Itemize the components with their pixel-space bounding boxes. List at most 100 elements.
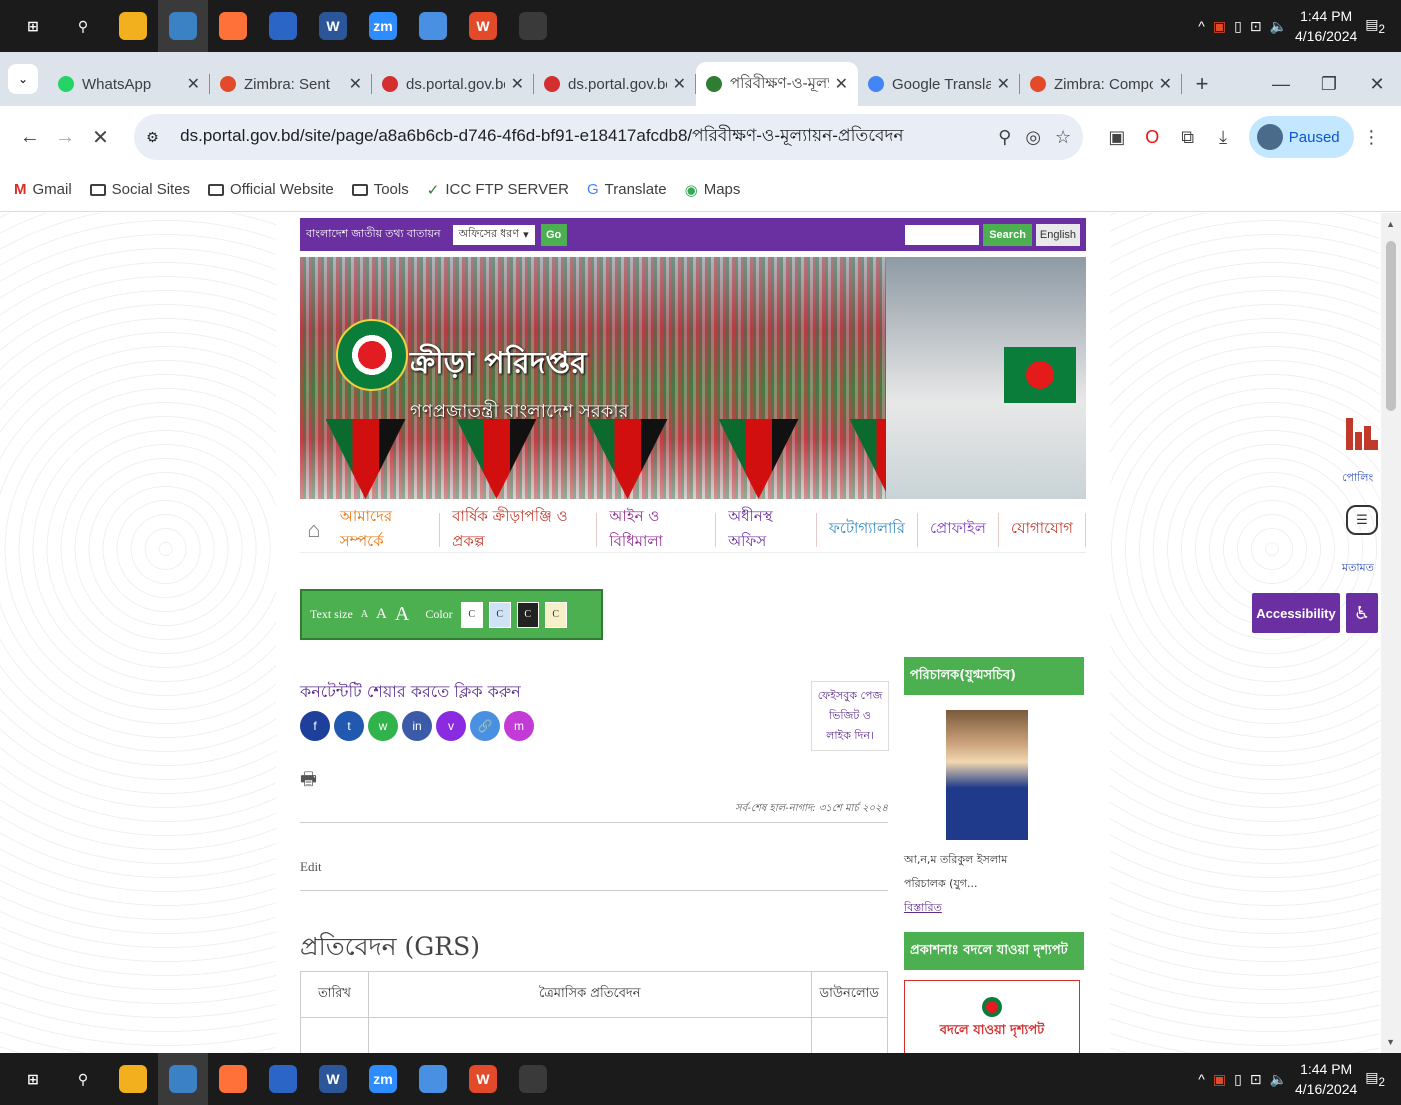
menu-icon[interactable]: ⋮ (1354, 127, 1389, 148)
nav-item[interactable]: আইন ও বিধিমালা (597, 507, 717, 550)
clock[interactable]: 1:44 PM 4/16/2024 (1295, 6, 1357, 46)
taskbar-file-explorer-icon[interactable] (108, 1053, 158, 1105)
browser-tab[interactable]: Zimbra: Compose ✕ (1020, 62, 1182, 106)
nav-item[interactable]: যোগাযোগ (999, 512, 1086, 547)
pdf-icon[interactable]: ▣ (1213, 18, 1226, 35)
scroll-thumb[interactable] (1386, 241, 1396, 411)
color-swatch[interactable]: C (516, 601, 539, 628)
pdf-icon[interactable]: ▣ (1213, 1071, 1226, 1088)
director-photo[interactable] (946, 710, 1028, 840)
bookmark-folder[interactable]: Social Sites (89, 181, 190, 198)
publication-box[interactable]: বদলে যাওয়া দৃশ্যপট (904, 980, 1080, 1053)
browser-tab[interactable]: ds.portal.gov.bd ✕ (534, 62, 696, 106)
color-swatch[interactable]: C (460, 601, 483, 628)
taskbar-chrome-icon[interactable] (158, 0, 208, 52)
facebook-share-icon[interactable]: f (300, 711, 330, 741)
feedback-icon[interactable]: ☰ (1346, 505, 1378, 535)
linkedin-share-icon[interactable]: in (402, 711, 432, 741)
bookmark-maps[interactable]: ◉ Maps (685, 181, 741, 199)
taskbar-word-icon[interactable]: W (308, 1053, 358, 1105)
scroll-up-icon[interactable]: ▲ (1386, 219, 1395, 229)
tab-close-icon[interactable]: ✕ (835, 74, 848, 94)
link-share-icon[interactable]: 🔗 (470, 711, 500, 741)
bookmark-link[interactable]: ✓ ICC FTP SERVER (427, 181, 569, 199)
back-button[interactable]: ← (12, 126, 47, 149)
taskbar-search-icon[interactable]: ⚲ (58, 1053, 108, 1105)
scrollbar[interactable]: ▲ ▼ (1381, 213, 1401, 1053)
text-size-small[interactable]: A (361, 609, 368, 620)
bookmark-folder[interactable]: Official Website (208, 181, 334, 198)
color-swatch[interactable]: C (544, 601, 567, 628)
network-icon[interactable]: ⊡ (1250, 1071, 1262, 1088)
taskbar-app-icon[interactable] (508, 1053, 558, 1105)
nav-item[interactable]: ফটোগ্যালারি (817, 512, 918, 547)
taskbar-chrome-icon[interactable] (158, 1053, 208, 1105)
sidepanel-icon[interactable]: ▣ (1099, 127, 1134, 148)
taskbar-mail-icon[interactable] (258, 1053, 308, 1105)
address-bar[interactable]: ⚙ ds.portal.gov.bd/site/page/a8a6b6cb-d7… (134, 114, 1084, 160)
taskbar-mail-icon[interactable] (258, 0, 308, 52)
zoom-icon[interactable]: ⚲ (998, 127, 1011, 148)
eye-off-icon[interactable]: ◎ (1025, 127, 1041, 148)
nav-item[interactable]: অধীনস্থ অফিস (716, 507, 817, 550)
notification-icon[interactable]: ▤2 (1365, 1069, 1385, 1089)
clock[interactable]: 1:44 PM 4/16/2024 (1295, 1059, 1357, 1099)
portal-label[interactable]: বাংলাদেশ জাতীয় তথ্য বাতায়ন (306, 225, 441, 244)
nav-item[interactable]: বার্ষিক ক্রীড়াপঞ্জি ও প্রকল্প (440, 507, 598, 550)
chevron-up-icon[interactable]: ^ (1198, 1071, 1205, 1087)
nav-item[interactable]: প্রোফাইল (918, 512, 999, 547)
color-swatch[interactable]: C (488, 601, 511, 628)
taskbar-phone-icon[interactable] (408, 1053, 458, 1105)
tab-close-icon[interactable]: ✕ (673, 74, 686, 94)
tab-close-icon[interactable]: ✕ (997, 74, 1010, 94)
accessibility-button[interactable]: Accessibility (1252, 593, 1340, 633)
feedback-label[interactable]: মতামত (1342, 559, 1374, 578)
whatsapp-share-icon[interactable]: w (368, 711, 398, 741)
browser-tab[interactable]: WhatsApp ✕ (48, 62, 210, 106)
site-title[interactable]: ক্রীড়া পরিদপ্তর (410, 339, 587, 390)
facebook-like-box[interactable]: ফেইসবুক পেজ ভিজিট ও লাইক দিন। (811, 681, 889, 751)
twitter-share-icon[interactable]: t (334, 711, 364, 741)
viber-share-icon[interactable]: v (436, 711, 466, 741)
extensions-icon[interactable]: ⧉ (1170, 127, 1205, 148)
site-info-icon[interactable]: ⚙ (146, 129, 172, 146)
tab-close-icon[interactable]: ✕ (349, 74, 362, 94)
stop-button[interactable]: ✕ (83, 125, 118, 150)
poll-icon[interactable] (1346, 418, 1378, 450)
bookmark-translate[interactable]: G Translate (587, 181, 667, 198)
taskbar-search-icon[interactable]: ⚲ (58, 0, 108, 52)
download-icon[interactable]: ⤓ (1205, 127, 1240, 148)
notification-icon[interactable]: ▤2 (1365, 16, 1385, 36)
taskbar-firefox-icon[interactable] (208, 0, 258, 52)
taskbar-wps-icon[interactable]: W (458, 1053, 508, 1105)
text-size-large[interactable]: A (395, 603, 409, 626)
taskbar-file-explorer-icon[interactable] (108, 0, 158, 52)
taskbar-zoom-icon[interactable]: zm (358, 0, 408, 52)
search-input[interactable] (905, 224, 980, 245)
new-tab-button[interactable]: + (1182, 62, 1222, 106)
english-button[interactable]: English (1035, 223, 1080, 246)
print-icon[interactable]: 🖶 (300, 767, 317, 797)
bookmark-gmail[interactable]: M Gmail (14, 181, 72, 198)
speaker-icon[interactable]: 🔈 (1270, 18, 1287, 35)
taskbar-zoom-icon[interactable]: zm (358, 1053, 408, 1105)
accessibility-icon[interactable]: ♿ (1346, 593, 1378, 633)
director-details-link[interactable]: বিস্তারিত (904, 899, 942, 918)
browser-tab[interactable]: ds.portal.gov.bd ✕ (372, 62, 534, 106)
taskbar-start-icon[interactable]: ⊞ (8, 1053, 58, 1105)
taskbar-word-icon[interactable]: W (308, 0, 358, 52)
tab-close-icon[interactable]: ✕ (511, 74, 524, 94)
search-button[interactable]: Search (983, 223, 1032, 246)
battery-icon[interactable]: ▯ (1234, 1071, 1242, 1088)
messenger-share-icon[interactable]: m (504, 711, 534, 741)
restore-icon[interactable]: ❐ (1305, 74, 1353, 95)
close-icon[interactable]: ✕ (1353, 74, 1401, 95)
battery-icon[interactable]: ▯ (1234, 18, 1242, 35)
browser-tab[interactable]: Google Translate ✕ (858, 62, 1020, 106)
taskbar-wps-icon[interactable]: W (458, 0, 508, 52)
poll-label[interactable]: পোলিং (1342, 469, 1373, 488)
home-icon[interactable]: ⌂ (300, 517, 328, 543)
speaker-icon[interactable]: 🔈 (1270, 1071, 1287, 1088)
text-size-medium[interactable]: A (376, 606, 387, 623)
government-emblem[interactable] (336, 319, 408, 391)
